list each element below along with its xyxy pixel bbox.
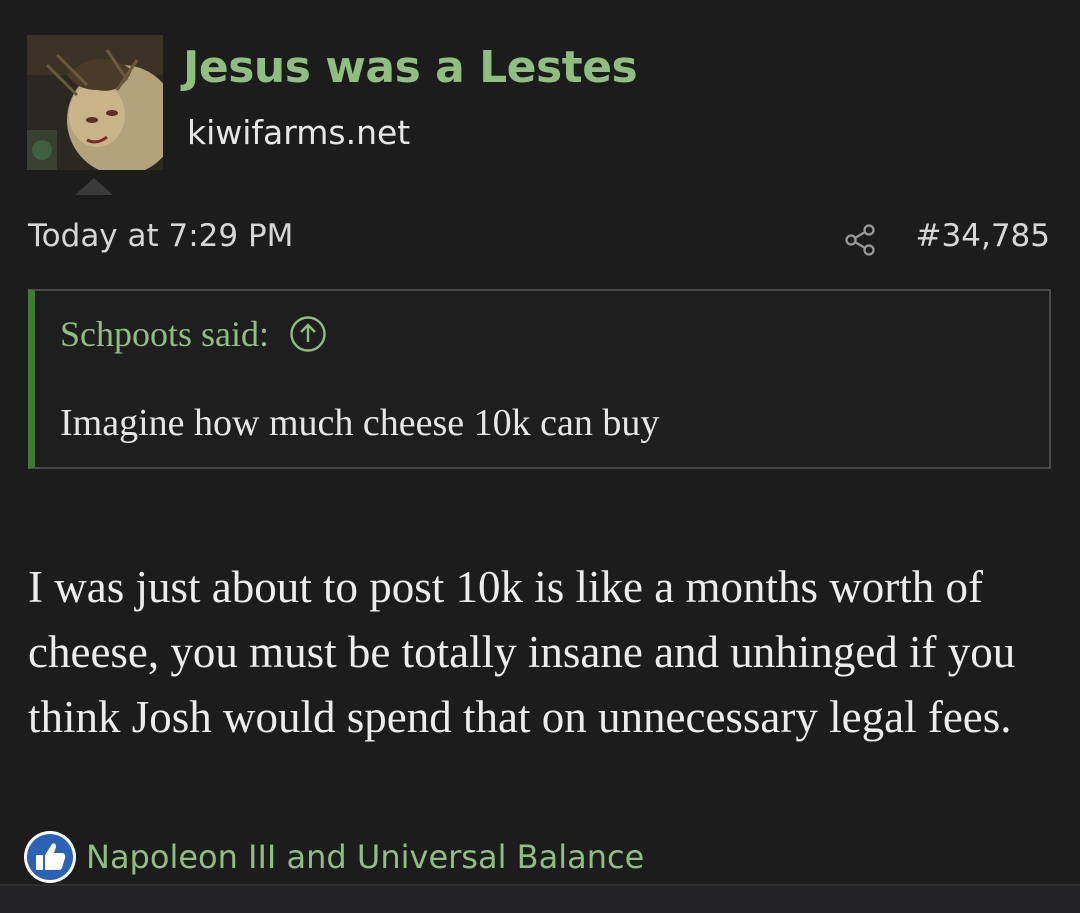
post-timestamp[interactable]: Today at 7:29 PM xyxy=(28,218,293,254)
author-site: kiwifarms.net xyxy=(187,113,411,152)
author-name[interactable]: Jesus was a Lestes xyxy=(183,42,638,93)
reaction-users[interactable]: Napoleon III and Universal Balance xyxy=(86,838,644,876)
avatar-image xyxy=(27,35,163,170)
avatar[interactable] xyxy=(27,35,163,170)
post-footer-divider xyxy=(0,884,1080,913)
arrow-up-circle-icon[interactable] xyxy=(289,315,327,353)
quote-attribution-link[interactable]: Schpoots said: xyxy=(60,313,327,355)
post-body: I was just about to post 10k is like a m… xyxy=(28,562,1016,742)
post-number-link[interactable]: #34,785 xyxy=(916,218,1050,254)
post-container: Jesus was a Lestes kiwifarms.net Today a… xyxy=(0,0,1080,913)
quote-block: Schpoots said: Imagine how much cheese 1… xyxy=(28,289,1051,469)
share-button[interactable] xyxy=(842,222,878,258)
avatar-caret xyxy=(75,178,113,195)
quote-author-label: Schpoots said: xyxy=(60,314,270,354)
quote-text: Imagine how much cheese 10k can buy xyxy=(60,402,660,444)
like-icon xyxy=(22,829,78,885)
reactions-bar[interactable]: Napoleon III and Universal Balance xyxy=(22,829,644,885)
share-icon xyxy=(845,224,875,256)
